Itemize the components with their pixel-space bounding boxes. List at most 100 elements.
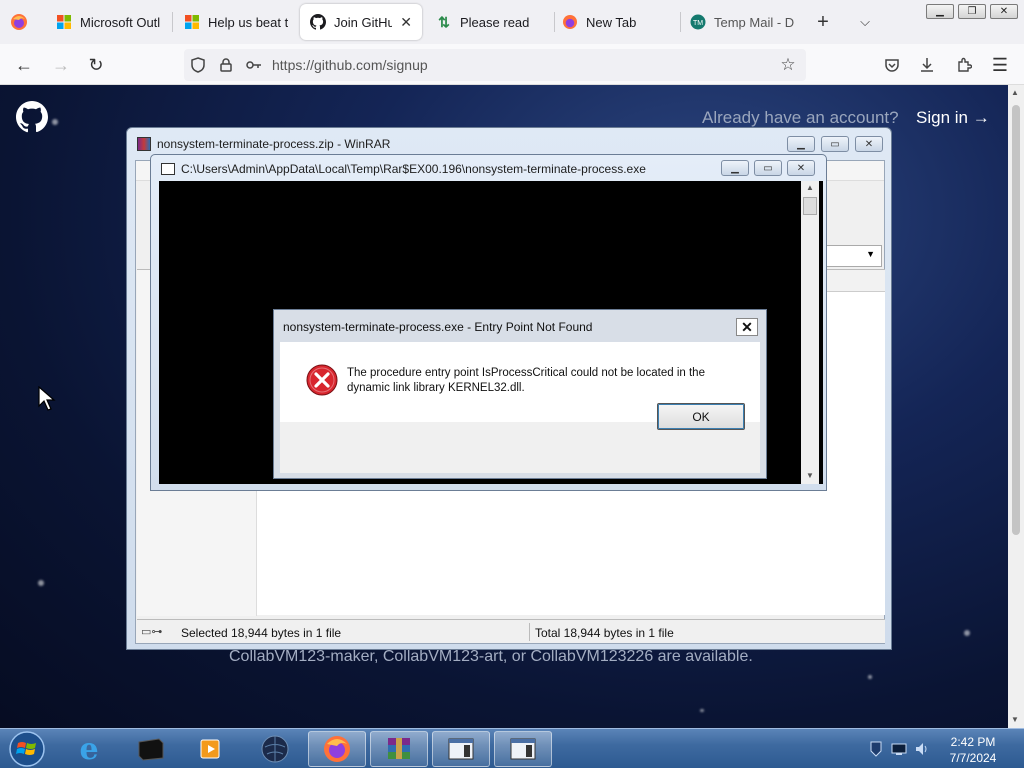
bookmark-star-icon[interactable]: ☆ bbox=[778, 55, 798, 75]
hamburger-menu-icon[interactable]: ☰ bbox=[987, 52, 1013, 78]
tab-label: Help us beat th bbox=[208, 14, 288, 30]
status-divider bbox=[529, 623, 530, 641]
volume-icon[interactable] bbox=[914, 741, 930, 757]
window-icon bbox=[510, 738, 536, 760]
extensions-icon[interactable] bbox=[951, 52, 977, 78]
scroll-up-icon[interactable]: ▲ bbox=[1011, 88, 1019, 97]
winrar-status-bar: ▭⊶ Selected 18,944 bytes in 1 file Total… bbox=[137, 619, 885, 643]
github-icon bbox=[310, 14, 326, 30]
winrar-icon bbox=[137, 137, 151, 151]
close-window-button[interactable]: ✕ bbox=[990, 4, 1018, 19]
firefox-icon bbox=[324, 736, 350, 762]
winrar-close-button[interactable]: ✕ bbox=[855, 136, 883, 152]
tab-label: Temp Mail - Di bbox=[714, 14, 794, 30]
clock-date: 7/7/2024 bbox=[949, 751, 997, 765]
github-logo-icon[interactable] bbox=[16, 101, 48, 133]
tempmail-icon: TM bbox=[690, 14, 706, 30]
taskbar-internet-explorer[interactable]: e bbox=[60, 731, 118, 767]
network-monitor-icon[interactable] bbox=[891, 741, 907, 757]
minimize-button[interactable]: ▁ bbox=[926, 4, 954, 19]
tab-label: New Tab bbox=[586, 14, 637, 30]
tab-new-tab[interactable]: New Tab bbox=[552, 4, 678, 40]
background-star bbox=[38, 580, 44, 586]
console-close-button[interactable]: ✕ bbox=[787, 160, 815, 176]
restore-button[interactable]: ❐ bbox=[958, 4, 986, 19]
scroll-up-icon[interactable]: ▲ bbox=[806, 183, 814, 192]
internet-explorer-icon: e bbox=[79, 731, 99, 767]
dropdown-arrow-icon: ▼ bbox=[866, 249, 875, 259]
winrar-maximize-button[interactable]: ▭ bbox=[821, 136, 849, 152]
tab-divider bbox=[172, 12, 173, 32]
taskbar-error-window[interactable] bbox=[494, 731, 552, 767]
globe-icon bbox=[261, 735, 289, 763]
drive-key-icon: ▭⊶ bbox=[141, 626, 163, 638]
already-have-account-text: Already have an account? bbox=[702, 108, 899, 127]
taskbar-media-center[interactable] bbox=[122, 731, 180, 767]
url-bar[interactable]: https://github.com/signup ☆ bbox=[184, 49, 806, 81]
dialog-message: The procedure entry point IsProcessCriti… bbox=[347, 367, 705, 394]
console-minimize-button[interactable]: ▁ bbox=[721, 160, 749, 176]
new-tab-button[interactable]: + bbox=[810, 9, 836, 35]
taskbar-console-window[interactable] bbox=[432, 731, 490, 767]
winrar-minimize-button[interactable]: ▁ bbox=[787, 136, 815, 152]
console-scrollbar[interactable]: ▲ ▼ bbox=[801, 181, 819, 484]
taskbar-winrar[interactable] bbox=[370, 731, 428, 767]
sign-in-link[interactable]: Sign in → bbox=[916, 108, 990, 128]
sort-arrows-icon: ⇅ bbox=[438, 13, 450, 30]
winrar-icon bbox=[388, 738, 410, 759]
reload-icon[interactable]: ↻ bbox=[83, 52, 109, 78]
scroll-down-icon[interactable]: ▼ bbox=[806, 471, 814, 480]
tab-label: Microsoft Outlo bbox=[80, 14, 160, 30]
tab-join-github[interactable]: Join GitHub ✕ bbox=[300, 4, 422, 40]
close-tab-icon[interactable]: ✕ bbox=[400, 14, 412, 31]
dialog-title: nonsystem-terminate-process.exe - Entry … bbox=[283, 320, 593, 334]
clock-time: 2:42 PM bbox=[950, 735, 996, 749]
status-selected: Selected 18,944 bytes in 1 file bbox=[181, 626, 342, 640]
lock-icon[interactable] bbox=[216, 55, 236, 75]
taskbar-media-player[interactable] bbox=[182, 731, 240, 767]
forward-arrow-icon[interactable]: → bbox=[48, 52, 74, 78]
taskbar-clock[interactable]: 2:42 PM 7/7/2024 bbox=[932, 734, 1014, 766]
background-star bbox=[52, 119, 58, 125]
windows-taskbar: e 2:42 PM 7/7/2024 bbox=[0, 728, 1024, 768]
taskbar-firefox[interactable] bbox=[308, 731, 366, 767]
list-all-tabs-icon[interactable]: ⌵ bbox=[852, 9, 878, 35]
tab-label: Please read bbox=[460, 14, 530, 30]
dialog-close-button[interactable]: ✕ bbox=[736, 318, 758, 336]
downloads-icon[interactable] bbox=[914, 52, 940, 78]
error-icon bbox=[306, 364, 338, 396]
scroll-down-icon[interactable]: ▼ bbox=[1011, 715, 1019, 724]
action-center-flag-icon[interactable] bbox=[868, 741, 884, 757]
firefox-icon bbox=[562, 14, 578, 30]
console-title: C:\Users\Admin\AppData\Local\Temp\Rar$EX… bbox=[181, 162, 646, 176]
permissions-key-icon[interactable] bbox=[244, 55, 264, 75]
start-button[interactable] bbox=[2, 731, 52, 767]
background-star bbox=[868, 675, 872, 679]
window-icon bbox=[448, 738, 474, 760]
background-star bbox=[964, 630, 970, 636]
ok-button[interactable]: OK bbox=[657, 403, 745, 430]
media-player-icon bbox=[200, 739, 220, 759]
pocket-icon[interactable] bbox=[879, 52, 905, 78]
url-text[interactable]: https://github.com/signup bbox=[272, 57, 428, 73]
tab-temp-mail[interactable]: TM Temp Mail - Di bbox=[680, 4, 804, 40]
background-star bbox=[700, 709, 704, 712]
winrar-path-dropdown[interactable]: ▼ bbox=[826, 245, 882, 267]
browser-nav-bar: ← → ↻ https://github.com/signup ☆ ☰ bbox=[0, 44, 1024, 85]
back-arrow-icon[interactable]: ← bbox=[11, 52, 37, 78]
taskbar-globe-app[interactable] bbox=[246, 731, 304, 767]
scrollbar-thumb[interactable] bbox=[1012, 105, 1020, 535]
tab-please-read[interactable]: ⇅ Please read bbox=[426, 4, 552, 40]
tab-microsoft-outlook[interactable]: Microsoft Outlo bbox=[46, 4, 170, 40]
firefox-menu-icon[interactable] bbox=[6, 9, 32, 35]
shield-icon[interactable] bbox=[188, 55, 208, 75]
page-scrollbar[interactable]: ▲ ▼ bbox=[1008, 85, 1024, 728]
windows-orb-icon bbox=[9, 731, 45, 767]
console-icon bbox=[161, 163, 175, 175]
status-total: Total 18,944 bytes in 1 file bbox=[535, 626, 674, 640]
console-maximize-button[interactable]: ▭ bbox=[754, 160, 782, 176]
error-dialog[interactable]: nonsystem-terminate-process.exe - Entry … bbox=[273, 309, 767, 479]
tab-help-us[interactable]: Help us beat th bbox=[174, 4, 298, 40]
console-scroll-thumb[interactable] bbox=[803, 197, 817, 215]
winrar-column-header[interactable] bbox=[827, 270, 885, 292]
